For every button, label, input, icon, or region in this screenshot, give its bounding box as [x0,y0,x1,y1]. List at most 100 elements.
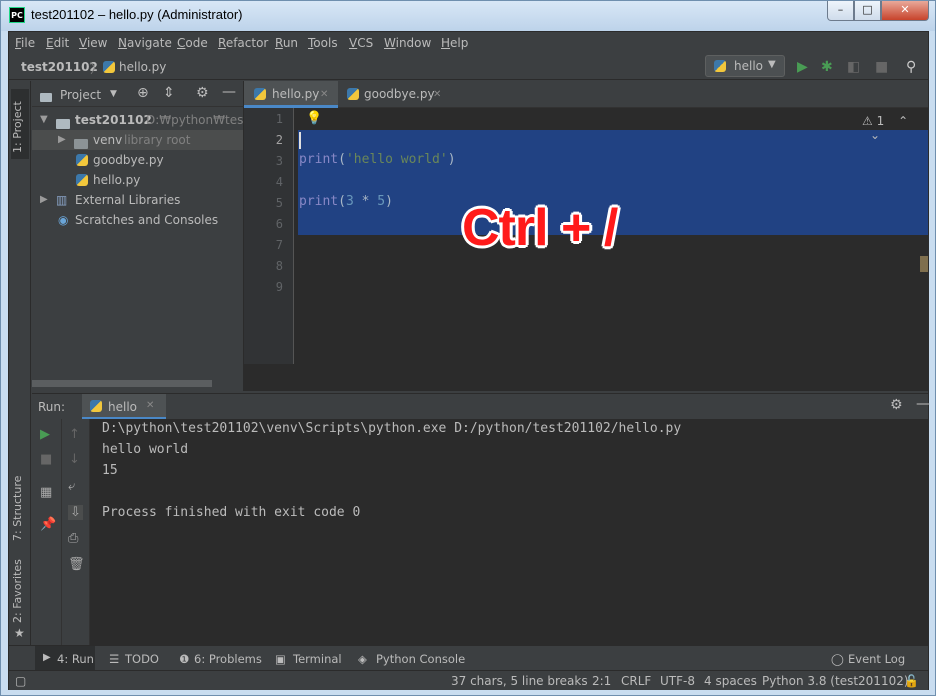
python-file-icon [76,172,88,190]
run-tool-button[interactable]: ▶ 4: Run [35,646,95,671]
debug-icon[interactable]: ✱ [821,59,833,75]
gear-icon[interactable]: ⚙ [890,397,903,413]
chevron-up-icon[interactable]: ⌃ [898,114,908,128]
menu-edit[interactable]: Edit [46,36,69,50]
window-title: test201102 – hello.py (Administrator) [31,7,243,22]
favorites-tool-tab[interactable]: 2: Favorites [11,553,24,623]
menu-help[interactable]: Help [441,36,468,50]
breadcrumb-file[interactable]: hello.py [119,60,166,74]
close-tab-icon[interactable]: ✕ [320,81,328,108]
python-console-tool-button[interactable]: Python Console [376,652,465,666]
menu-window[interactable]: Window [384,36,431,50]
close-tab-icon[interactable]: ✕ [146,400,154,411]
line-number: 7 [275,238,283,252]
tree-file-goodbye[interactable]: goodbye.py [32,150,243,170]
line-number: 2 [275,133,283,147]
run-toolbar-secondary: ↑ ↓ ⤶ ⇩ ⎙ 🗑 [62,419,90,645]
tree-scratches[interactable]: ◉ Scratches and Consoles [32,210,243,230]
lightbulb-icon[interactable]: 💡 [306,111,322,126]
console-line: hello world [102,442,189,457]
menu-view[interactable]: View [79,36,107,50]
trash-icon[interactable]: 🗑 [68,557,85,572]
locate-icon[interactable]: ⊕ [137,85,149,101]
close-tab-icon[interactable]: ✕ [433,81,441,108]
python-file-icon [76,152,88,170]
code-editor[interactable]: 1 2 3 4 5 6 7 8 9 💡 print('hello world')… [244,108,928,364]
scratches-icon: ◉ [58,213,69,227]
code-line-3: print('hello world') [299,152,456,167]
structure-tool-tab[interactable]: 7: Structure [11,461,24,541]
pycharm-logo-icon: PC [9,7,25,23]
menu-run[interactable]: Run [275,36,298,50]
tree-external-libraries[interactable]: ▶ ▥ External Libraries [32,190,243,210]
stop-icon[interactable]: ■ [40,452,52,467]
project-view-select[interactable]: Project [60,88,101,102]
search-icon[interactable]: ⚲ [906,59,916,75]
menu-file[interactable]: File [15,36,35,50]
arrow-down-icon[interactable]: ↓ [69,452,80,467]
scroll-to-end-icon[interactable]: ⇩ [68,505,83,520]
hide-icon[interactable]: — [222,84,236,100]
indent-setting[interactable]: 4 spaces [704,674,757,688]
caret-position[interactable]: 2:1 [592,674,611,688]
folder-icon [56,114,70,130]
python-icon [714,60,726,75]
run-console[interactable]: D:\python\test201102\venv\Scripts\python… [90,419,928,645]
chevron-down-icon[interactable]: ⌄ [870,128,880,142]
menu-code[interactable]: Code [177,36,208,50]
breadcrumb-project[interactable]: test201102 [21,60,98,74]
warning-icon: ⚠ [862,114,873,128]
collapse-all-icon[interactable]: ⇕ [163,85,175,101]
menu-refactor[interactable]: Refactor [218,36,268,50]
arrow-up-icon[interactable]: ↑ [69,427,80,442]
horizontal-scrollbar[interactable] [32,380,212,387]
coverage-icon[interactable]: ◧ [847,59,860,75]
tree-root[interactable]: ▼ test201102 D:₩python₩test20 [32,110,243,130]
tab-hello-py[interactable]: hello.py ✕ [244,81,338,108]
toggle-tool-windows-icon[interactable]: ▢ [15,674,26,688]
run-tab-hello[interactable]: hello ✕ [82,394,166,420]
run-icon[interactable]: ▶ [797,59,808,75]
stop-icon[interactable]: ■ [875,59,888,75]
line-separator[interactable]: CRLF [621,674,651,688]
tree-venv[interactable]: ▶ venv library root [32,130,243,150]
menu-vcs[interactable]: VCS [349,36,373,50]
title-bar[interactable]: PC test201102 – hello.py (Administrator)… [1,1,935,31]
hide-icon[interactable]: — [916,396,930,412]
gear-icon[interactable]: ⚙ [196,85,209,101]
layout-icon[interactable]: ▦ [40,485,52,500]
inspection-widget[interactable]: ⚠ 1 ⌃ ⌄ [862,114,928,142]
python-interpreter[interactable]: Python 3.8 (test201102) [762,674,909,688]
tree-root-path: D:₩python₩test20 [146,113,243,127]
problems-tool-button[interactable]: 6: Problems [194,652,262,666]
list-icon: ☰ [109,652,120,666]
terminal-tool-button[interactable]: Terminal [293,652,342,666]
editor-bottom-area [244,364,928,391]
line-number: 6 [275,217,283,231]
todo-tool-button[interactable]: TODO [125,652,159,666]
file-encoding[interactable]: UTF-8 [660,674,695,688]
event-log-tool-button[interactable]: Event Log [848,652,905,666]
rerun-icon[interactable]: ▶ [40,427,50,442]
project-tool-tab[interactable]: 1: Project [11,89,29,159]
python-file-icon [254,83,266,110]
maximize-button[interactable]: □ [854,1,881,21]
lock-icon[interactable]: 🔓 [904,674,919,688]
chevron-down-icon: ▼ [768,59,776,70]
tab-goodbye-py[interactable]: goodbye.py ✕ [339,81,451,108]
pycharm-window: PC test201102 – hello.py (Administrator)… [0,0,936,696]
run-configuration-label: hello [734,59,763,73]
minimize-button[interactable]: – [827,1,854,21]
console-line: D:\python\test201102\venv\Scripts\python… [102,421,682,436]
close-button[interactable]: ✕ [881,1,929,21]
console-line: 15 [102,463,118,478]
print-icon[interactable]: ⎙ [68,531,78,546]
menu-tools[interactable]: Tools [308,36,338,50]
soft-wrap-icon[interactable]: ⤶ [68,479,75,494]
libraries-icon: ▥ [56,193,68,207]
run-configuration-select[interactable]: hello ▼ [705,55,785,77]
error-stripe-marker[interactable] [920,256,928,272]
tree-file-hello[interactable]: hello.py [32,170,243,190]
pin-icon[interactable]: 📌 [40,517,56,532]
menu-navigate[interactable]: Navigate [118,36,172,50]
